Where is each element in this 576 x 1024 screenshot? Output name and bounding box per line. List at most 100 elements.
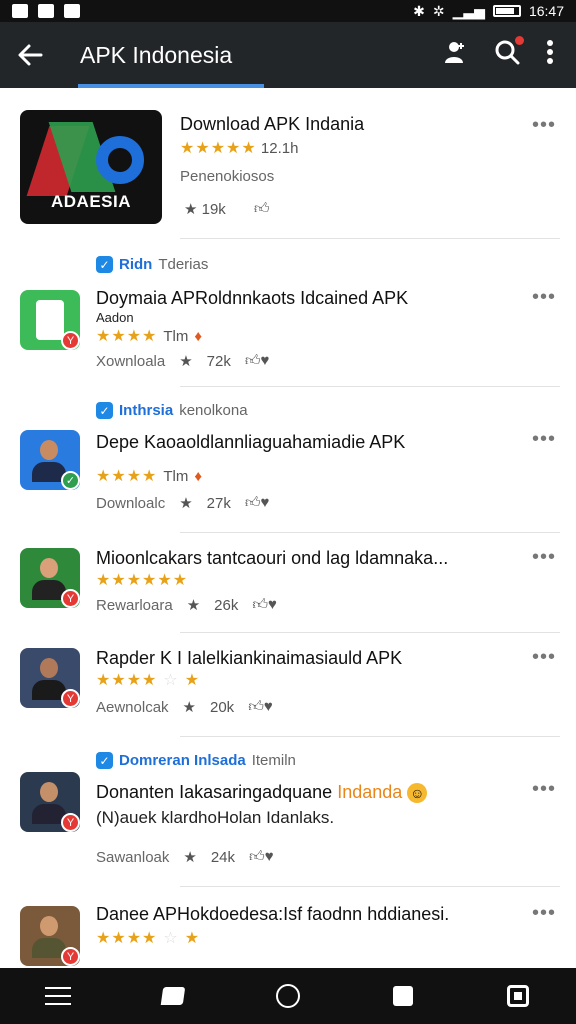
avatar (32, 556, 66, 600)
more-options-button[interactable]: ••• (532, 286, 556, 309)
chat-icon (160, 987, 186, 1005)
more-options-button[interactable]: ••• (532, 902, 556, 925)
verified-row: ✓ Inthrsia kenolkona (96, 402, 248, 419)
list-item[interactable]: ✓ Ridn Tderias Y Doymaia APRoldnnkaots I… (0, 238, 576, 386)
avatar (32, 438, 66, 482)
phone-shape (36, 300, 64, 340)
app-stats: Sawanloak ★ 24k 👍︎♥ (96, 848, 274, 866)
bottom-nav-bar (0, 968, 576, 1024)
verified-check-icon: ✓ (96, 256, 113, 273)
fire-icon: ♦ (194, 467, 203, 485)
app-icon[interactable]: ✓ (20, 430, 80, 490)
app-icon[interactable]: Y (20, 290, 80, 350)
featured-app-icon[interactable]: ADAESIA (20, 110, 162, 224)
list-item[interactable]: ✓ Domreran Inlsada Itemiln Y Donanten Ia… (0, 736, 576, 886)
menu-icon (44, 987, 71, 1005)
rating-text: Tlm (163, 327, 189, 345)
list-item[interactable]: Y Mioonlcakars tantcaouri ond lag ldamna… (0, 532, 576, 632)
stats-label: Sawanloak (96, 848, 170, 866)
menu-button[interactable] (38, 976, 78, 1016)
recents-square-icon (393, 986, 414, 1006)
more-options-button[interactable]: ••• (532, 114, 556, 137)
list-item[interactable]: Y Rapder K I Ialelkiankinaimasiauld APK … (0, 632, 576, 736)
photo-icon (64, 4, 80, 18)
publisher-name[interactable]: Domreran Inlsada (119, 752, 246, 769)
app-icon[interactable]: Y (20, 648, 80, 708)
avatar (32, 780, 66, 824)
scan-button[interactable] (498, 976, 538, 1016)
app-subtitle: Aadon (96, 310, 134, 325)
add-user-button[interactable] (442, 39, 468, 72)
featured-subtitle: Penenokiosos (180, 168, 275, 185)
stat-value: 72k (206, 352, 231, 370)
back-arrow-icon (18, 44, 43, 66)
featured-rating: ★★★★★ 12.1h (180, 138, 298, 158)
like-dislike-icon[interactable]: 👍︎♥ (245, 352, 270, 370)
app-stats: Aewnolcak ★ 20k 👍︎♥ (96, 698, 273, 716)
verified-check-icon: ✓ (96, 752, 113, 769)
recents-button[interactable] (383, 976, 423, 1016)
like-dislike-icon[interactable]: 👍︎♥ (245, 494, 270, 512)
overflow-menu-button[interactable] (546, 39, 554, 72)
app-icon[interactable]: Y (20, 772, 80, 832)
like-dislike-icon[interactable]: 👍︎♥ (249, 848, 274, 866)
publisher-sub: Itemiln (251, 752, 296, 769)
stats-label: Xownloala (96, 352, 166, 370)
mail-icon (12, 4, 28, 18)
rating-stars: ★★★★ (96, 328, 158, 345)
vibrate-icon: ✲ (432, 2, 445, 19)
app-title[interactable]: Donanten Iakasaringadquane Indanda ☺ (96, 782, 428, 803)
app-stats: Rewarloara ★ 26k 👍︎♥ (96, 596, 277, 614)
logo-shape (96, 136, 144, 184)
app-title-highlight: Indanda (337, 782, 403, 802)
publisher-name[interactable]: Inthrsia (119, 402, 173, 419)
status-time: 16:47 (528, 3, 564, 19)
app-icon[interactable]: Y (20, 548, 80, 608)
more-options-button[interactable]: ••• (532, 778, 556, 801)
search-button[interactable] (494, 35, 524, 72)
like-button[interactable]: 👍︎ (254, 200, 270, 218)
app-title[interactable]: Doymaia APRoldnnkaots Idcained APK (96, 288, 408, 309)
smile-emoji-icon: ☺ (407, 783, 428, 803)
publisher-name[interactable]: Ridn (119, 256, 152, 273)
like-dislike-icon[interactable]: 👍︎♥ (248, 698, 273, 716)
like-dislike-icon[interactable]: 👍︎♥ (252, 596, 277, 614)
rating-stars: ★★★★ (96, 672, 158, 689)
list-item[interactable]: ✓ Inthrsia kenolkona ✓ Depe Kaoaoldlannl… (0, 386, 576, 532)
star-outline-icon: ★ (186, 597, 201, 614)
rating-stars: ★★★★★ (180, 140, 257, 157)
featured-app[interactable]: ADAESIA Download APK Indania ★★★★★ 12.1h… (0, 88, 576, 238)
star-stat-value: 19k (201, 201, 226, 218)
app-icon[interactable]: Y (20, 906, 80, 966)
bluetooth-icon: ✱ (413, 2, 425, 19)
fire-icon: ♦ (194, 327, 203, 345)
verified-row: ✓ Ridn Tderias (96, 256, 208, 273)
app-title[interactable]: Rapder K I Ialelkiankinaimasiauld APK (96, 648, 402, 669)
app-rating: ★★★★ Tlm ♦ (96, 326, 202, 346)
chat-button[interactable] (153, 976, 193, 1016)
app-rating: ★★★★ ☆ ★ (96, 928, 200, 948)
back-button[interactable] (0, 22, 60, 88)
app-badge: ✓ (61, 471, 80, 490)
app-title-main: Donanten Iakasaringadquane (96, 782, 333, 802)
app-title[interactable]: Depe Kaoaoldlannliaguahamiadie APK (96, 432, 405, 453)
more-options-button[interactable]: ••• (532, 546, 556, 569)
home-button[interactable] (268, 976, 308, 1016)
avatar (32, 914, 66, 958)
stats-label: Aewnolcak (96, 698, 169, 716)
list-item[interactable]: Y Danee APHokdoedesa:Isf faodnn hddianes… (0, 886, 576, 968)
app-title[interactable]: Danee APHokdoedesa:Isf faodnn hddianesi. (96, 904, 449, 925)
stat-value: 24k (210, 848, 236, 866)
app-stats: Xownloala ★ 72k 👍︎♥ (96, 352, 269, 370)
notification-icons (12, 4, 80, 18)
more-options-button[interactable]: ••• (532, 646, 556, 669)
star-stat: ★ 19k (184, 200, 226, 218)
rating-stars: ★★★★ (96, 468, 158, 485)
notification-dot (515, 35, 524, 45)
featured-title[interactable]: Download APK Indania (180, 114, 364, 135)
app-title[interactable]: Mioonlcakars tantcaouri ond lag ldamnaka… (96, 548, 448, 569)
stats-label: Rewarloara (96, 596, 173, 614)
more-options-button[interactable]: ••• (532, 428, 556, 451)
page-title: APK Indonesia (80, 41, 233, 68)
scan-icon (507, 985, 530, 1007)
